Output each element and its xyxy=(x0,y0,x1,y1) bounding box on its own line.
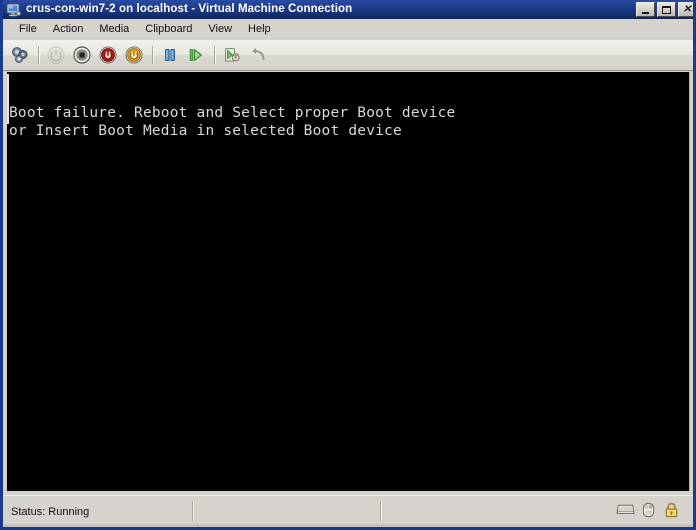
status-separator-1 xyxy=(192,501,194,521)
boot-failure-message: Boot failure. Reboot and Select proper B… xyxy=(9,105,456,139)
vm-computer-icon xyxy=(6,2,22,18)
toolbar xyxy=(3,40,693,71)
menu-clipboard[interactable]: Clipboard xyxy=(137,20,200,38)
resume-icon[interactable] xyxy=(184,43,208,67)
toolbar-separator xyxy=(38,46,40,64)
ctrl-alt-delete-icon[interactable] xyxy=(8,43,32,67)
status-separator-2 xyxy=(380,501,382,521)
mouse-icon[interactable] xyxy=(639,501,658,518)
lock-icon[interactable] xyxy=(662,501,681,518)
title-bar[interactable]: crus-con-win7-2 on localhost - Virtual M… xyxy=(3,0,693,19)
status-text: Status: Running xyxy=(11,505,90,518)
window-title: crus-con-win7-2 on localhost - Virtual M… xyxy=(26,3,353,15)
vm-console-screen[interactable]: Boot failure. Reboot and Select proper B… xyxy=(7,72,690,491)
menu-media[interactable]: Media xyxy=(91,20,137,38)
menu-bar: File Action Media Clipboard View Help xyxy=(3,19,693,39)
menu-action[interactable]: Action xyxy=(45,20,92,38)
pause-icon[interactable] xyxy=(158,43,182,67)
minimize-button[interactable] xyxy=(636,2,655,17)
status-bar: Status: Running xyxy=(3,495,693,527)
snapshot-icon[interactable] xyxy=(220,43,244,67)
menu-help[interactable]: Help xyxy=(240,20,279,38)
status-panel: Status: Running xyxy=(3,501,89,523)
shut-down-icon[interactable] xyxy=(70,43,94,67)
status-icons xyxy=(616,501,681,518)
start-icon[interactable] xyxy=(44,43,68,67)
keyboard-icon[interactable] xyxy=(616,501,635,518)
toolbar-separator xyxy=(214,46,216,64)
reset-icon[interactable] xyxy=(122,43,146,67)
menu-view[interactable]: View xyxy=(200,20,240,38)
menu-file[interactable]: File xyxy=(11,20,45,38)
close-button[interactable]: ✕ xyxy=(678,2,693,17)
virtual-machine-connection-window: crus-con-win7-2 on localhost - Virtual M… xyxy=(0,0,696,530)
revert-icon[interactable] xyxy=(246,43,270,67)
window-controls: ✕ xyxy=(636,2,693,17)
turn-off-icon[interactable] xyxy=(96,43,120,67)
toolbar-separator xyxy=(152,46,154,64)
vm-console-area: Boot failure. Reboot and Select proper B… xyxy=(3,71,693,495)
maximize-button[interactable] xyxy=(657,2,676,17)
status-bottom-edge xyxy=(3,524,693,527)
